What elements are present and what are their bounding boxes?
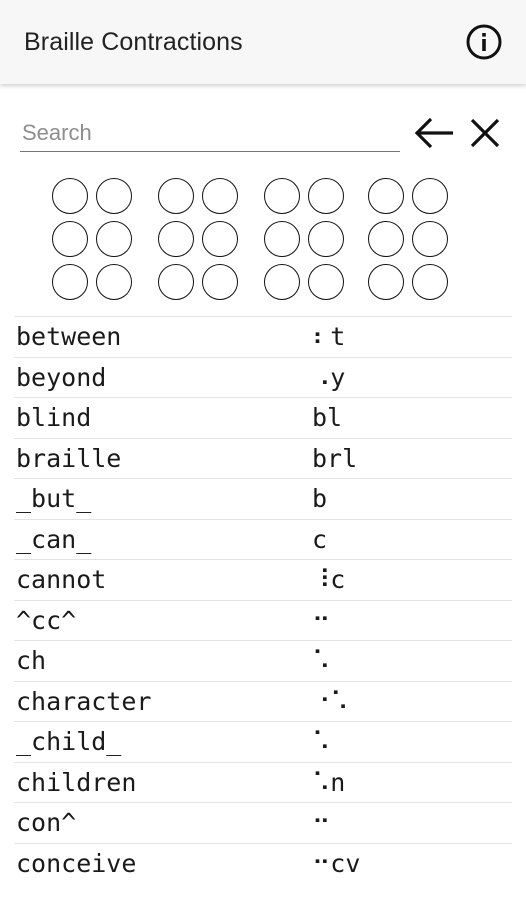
contraction-braille: b [312,484,328,514]
braille-dot-5[interactable] [308,221,344,257]
braille-dot-3[interactable] [368,264,404,300]
braille-cell [264,178,354,300]
braille-dot-5[interactable] [96,221,132,257]
braille-dot-3[interactable] [52,264,88,300]
contraction-word: _but_ [16,484,92,514]
clear-button[interactable] [466,114,504,152]
contraction-row[interactable]: blind bl [14,397,512,438]
braille-dot-2[interactable] [158,221,194,257]
contraction-word: between [16,322,122,352]
contraction-row[interactable]: ^cc^ ⠒ [14,599,512,641]
contraction-braille: brl [312,443,358,473]
braille-cell [368,178,458,300]
contraction-row[interactable]: _but_ b [14,478,512,519]
info-button[interactable] [464,22,504,62]
contraction-row[interactable]: _child_ ⠡ [14,721,512,762]
contraction-braille: ⠠y [312,362,346,392]
braille-dot-4[interactable] [412,178,448,214]
search-row [20,110,510,154]
contraction-braille: ⠒cv [312,848,361,878]
contraction-row[interactable]: character ⠐⠡ [14,680,512,722]
braille-dot-4[interactable] [308,178,344,214]
close-icon [470,118,500,148]
braille-dot-4[interactable] [96,178,132,214]
contraction-word: ch [16,646,47,676]
contraction-word: character [16,686,152,716]
contraction-word: conceive [16,848,137,878]
app-title: Braille Contractions [24,27,243,56]
contraction-row[interactable]: beyond ⠠y [14,356,512,398]
arrow-left-icon [414,117,453,149]
braille-dot-6[interactable] [202,264,238,300]
app-bar: Braille Contractions [0,0,526,84]
braille-dot-6[interactable] [96,264,132,300]
contraction-list: between ⠆t beyond ⠠y blind bl braille brl _but_ b… [14,316,512,883]
info-circle-icon [466,24,502,60]
contraction-braille: ⠆t [312,322,346,352]
contraction-word: braille [16,443,122,473]
contraction-row[interactable]: ch ⠡ [14,640,512,681]
contraction-row[interactable]: conceive ⠒cv [14,842,512,884]
braille-dot-1[interactable] [264,178,300,214]
braille-cell [158,178,248,300]
contraction-word: _can_ [16,524,92,554]
backspace-button[interactable] [412,114,456,152]
contraction-braille: c [312,524,328,554]
contraction-row[interactable]: _can_ c [14,518,512,560]
braille-dot-1[interactable] [368,178,404,214]
braille-dot-2[interactable] [264,221,300,257]
braille-dot-3[interactable] [158,264,194,300]
contraction-braille: ⠒ [312,605,331,635]
braille-dot-input [52,178,452,300]
contraction-braille: ⠐⠡ [312,686,349,716]
braille-cell [52,178,142,300]
braille-dot-4[interactable] [202,178,238,214]
braille-dot-1[interactable] [52,178,88,214]
contraction-word: blind [16,403,92,433]
contraction-word: cannot [16,565,107,595]
contraction-row[interactable]: con^ ⠒ [14,802,512,843]
braille-dot-3[interactable] [264,264,300,300]
contraction-braille: ⠸c [312,565,346,595]
braille-dot-6[interactable] [308,264,344,300]
contraction-braille: bl [312,403,343,433]
contraction-word: children [16,767,137,797]
contraction-row[interactable]: between ⠆t [14,316,512,357]
contraction-row[interactable]: cannot ⠸c [14,559,512,600]
braille-dot-2[interactable] [368,221,404,257]
contraction-braille: ⠒ [312,808,331,838]
contraction-word: beyond [16,362,107,392]
contraction-word: ^cc^ [16,605,77,635]
contraction-word: con^ [16,808,77,838]
contraction-row[interactable]: children ⠡n [14,761,512,803]
contraction-braille: ⠡n [312,767,346,797]
braille-dot-6[interactable] [412,264,448,300]
braille-dot-5[interactable] [202,221,238,257]
contraction-braille: ⠡ [312,646,331,676]
contraction-word: _child_ [16,727,122,757]
contraction-row[interactable]: braille brl [14,437,512,479]
search-input[interactable] [20,114,400,152]
braille-dot-5[interactable] [412,221,448,257]
contraction-braille: ⠡ [312,727,331,757]
braille-dot-2[interactable] [52,221,88,257]
braille-dot-1[interactable] [158,178,194,214]
